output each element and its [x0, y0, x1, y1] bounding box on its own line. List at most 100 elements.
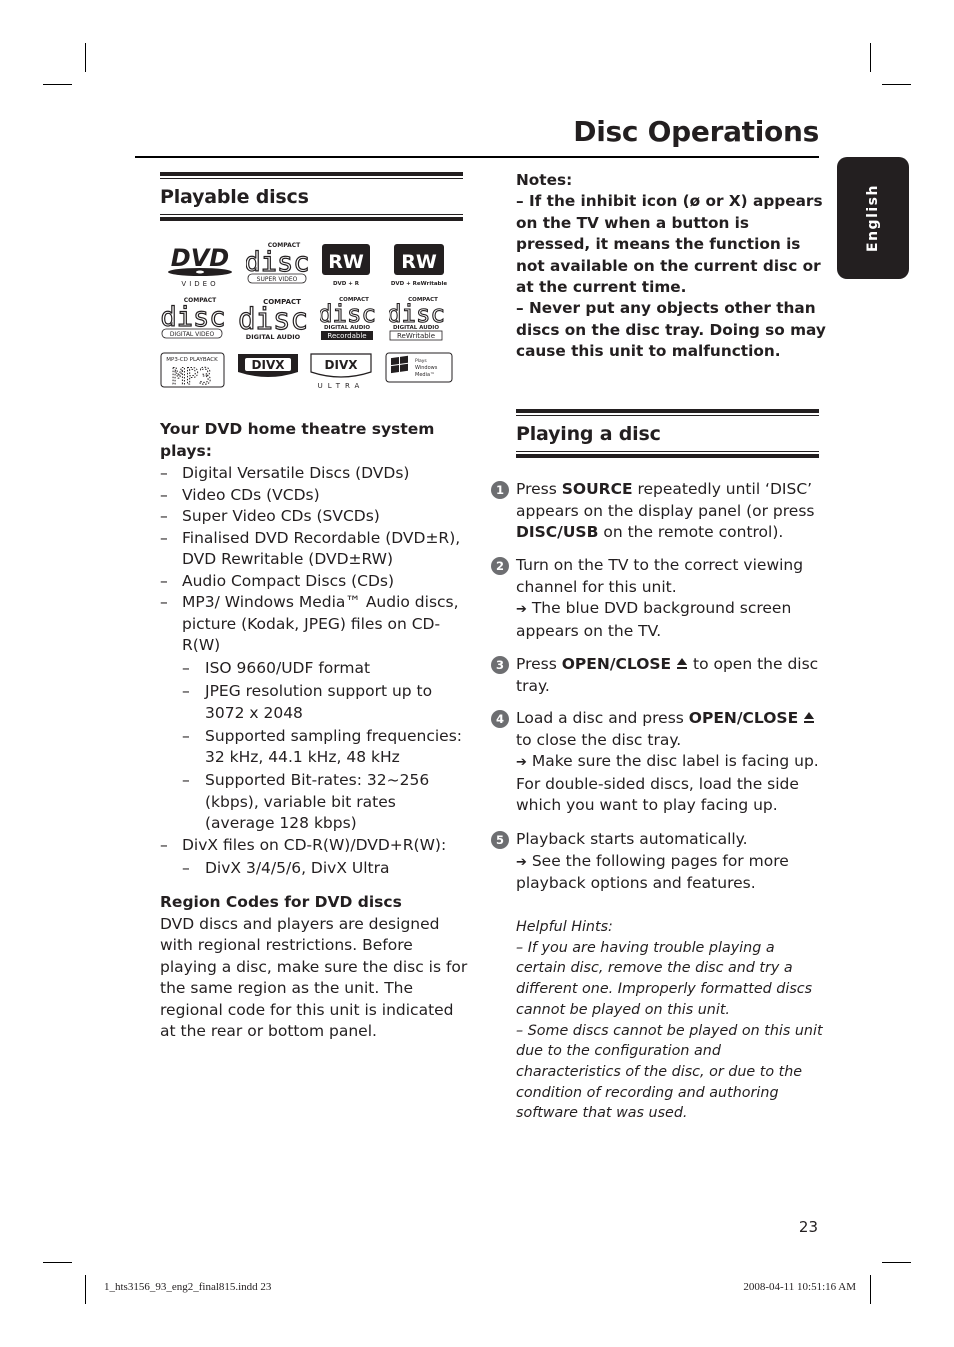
- crop-mark: [870, 1275, 871, 1304]
- svg-text:DIGITAL AUDIO: DIGITAL AUDIO: [246, 333, 301, 341]
- step-5: 5 Playback starts automatically. ➔ See th…: [491, 829, 821, 895]
- crop-mark: [85, 1275, 86, 1304]
- step-number-badge: 2: [491, 557, 509, 575]
- hints-heading: Helpful Hints:: [516, 919, 613, 935]
- dvd-video-logo: DVD VIDEO: [168, 244, 232, 288]
- notes-box: Notes: – If the inhibit icon (ø or X) ap…: [516, 170, 826, 363]
- sub-list-item: – Supported Bit-rates: 32~256 (kbps), var…: [182, 771, 430, 832]
- divx-ultra-logo: DIVX ULTRA: [310, 353, 372, 390]
- dash-bullet: –: [160, 485, 168, 504]
- list-item: – Video CDs (VCDs): [160, 485, 470, 507]
- svg-text:Plays: Plays: [415, 358, 427, 364]
- dash-bullet: –: [160, 528, 168, 547]
- compact-disc-recordable-logo: COMPACT disc DIGITAL AUDIO Recordable: [320, 297, 376, 340]
- svg-text:ULTRA: ULTRA: [318, 382, 365, 390]
- title-rule: [135, 156, 819, 158]
- crop-mark: [85, 43, 86, 72]
- step-3: 3 Press OPEN/CLOSE to open the disc tray…: [491, 654, 821, 697]
- region-heading: Region Codes for DVD discs: [160, 893, 402, 911]
- dash-bullet: –: [182, 659, 190, 677]
- svg-text:RW: RW: [328, 251, 364, 273]
- svg-text:ReWritable: ReWritable: [397, 332, 435, 340]
- plays-windows-media-logo: Plays Windows Media™: [385, 352, 453, 383]
- language-tab-label: English: [865, 184, 881, 252]
- dash-bullet: –: [160, 835, 168, 854]
- divx-logo: DIVX: [238, 354, 298, 377]
- svg-text:DVD + ReWritable: DVD + ReWritable: [391, 281, 448, 287]
- mp3-cd-playback-logo: MP3-CD PLAYBACK MP3: [160, 352, 225, 388]
- arrow-right-icon: ➔: [516, 854, 527, 870]
- svg-text:DIVX: DIVX: [252, 358, 286, 372]
- section-title: Playing a disc: [516, 423, 661, 445]
- dvd-plus-r-logo: RW DVD + R: [322, 244, 370, 287]
- dash-bullet: –: [160, 571, 168, 590]
- list-item: – MP3/ Windows Media™ Audio discs, pictur…: [160, 593, 459, 654]
- svg-text:DIGITAL AUDIO: DIGITAL AUDIO: [393, 325, 439, 331]
- section-heading-playable-discs: Playable discs: [160, 172, 463, 221]
- dash-bullet: –: [182, 726, 190, 745]
- print-slug-timestamp: 2008-04-11 10:51:16 AM: [743, 1281, 856, 1293]
- svg-text:MP3-CD PLAYBACK: MP3-CD PLAYBACK: [166, 357, 218, 363]
- list-item: – Digital Versatile Discs (DVDs): [160, 463, 470, 485]
- svg-text:DIGITAL VIDEO: DIGITAL VIDEO: [170, 331, 215, 338]
- step-number-badge: 5: [491, 831, 509, 849]
- svg-text:DVD: DVD: [171, 244, 229, 272]
- list-item: – DivX files on CD-R(W)/DVD+R(W):: [160, 835, 470, 857]
- hint-line: – If you are having trouble playing a ce…: [516, 939, 813, 1018]
- step-number-badge: 4: [491, 710, 509, 728]
- section-heading-playing-a-disc: Playing a disc: [516, 409, 819, 458]
- section-title: Playable discs: [160, 186, 309, 208]
- sub-list-item: – Supported sampling frequencies: 32 kHz,…: [182, 726, 462, 767]
- playable-disc-list: Your DVD home theatre system plays: – Dig…: [160, 419, 470, 879]
- note-line: – Never put any objects other than discs…: [516, 299, 826, 361]
- crop-mark: [43, 84, 72, 85]
- svg-text:DVD + R: DVD + R: [333, 281, 360, 287]
- dash-bullet: –: [160, 464, 168, 482]
- key-label: OPEN/CLOSE: [688, 709, 799, 727]
- list-item: – Audio Compact Discs (CDs): [160, 571, 470, 593]
- page-title: Disc Operations: [573, 115, 819, 148]
- crop-mark: [43, 1262, 72, 1263]
- svg-text:disc: disc: [246, 247, 308, 278]
- svg-text:disc: disc: [160, 302, 225, 333]
- eject-icon: [676, 655, 688, 669]
- step-number-badge: 1: [491, 481, 509, 499]
- notes-heading: Notes:: [516, 171, 573, 189]
- sub-list-item: – DivX 3/4/5/6, DivX Ultra: [160, 858, 470, 880]
- region-codes-section: Region Codes for DVD discs DVD discs and…: [160, 892, 470, 1043]
- page-number: 23: [798, 1218, 818, 1236]
- svg-text:Media™: Media™: [415, 372, 435, 378]
- hint-line: – Some discs cannot be played on this un…: [516, 1022, 823, 1122]
- list-item: – Super Video CDs (SVCDs): [160, 506, 470, 528]
- compact-disc-digital-video-logo: COMPACT disc DIGITAL VIDEO: [160, 297, 226, 339]
- dash-bullet: –: [160, 507, 168, 525]
- step-1: 1 Press SOURCE repeatedly until ‘DISC’ a…: [491, 479, 821, 544]
- svg-text:MP3: MP3: [172, 365, 212, 388]
- step-number-badge: 3: [491, 656, 509, 674]
- sub-list-item: – ISO 9660/UDF format: [160, 658, 470, 680]
- eject-icon: [803, 709, 815, 723]
- key-label: OPEN/CLOSE: [561, 655, 672, 673]
- language-tab: English: [837, 157, 909, 279]
- dash-bullet: –: [182, 858, 190, 877]
- svg-text:Recordable: Recordable: [327, 332, 366, 340]
- dash-bullet: –: [182, 682, 190, 700]
- note-line: – If the inhibit icon (ø or X) appears o…: [516, 192, 823, 297]
- key-label: SOURCE: [561, 480, 633, 498]
- arrow-right-icon: ➔: [516, 602, 527, 617]
- print-slug-file: 1_hts3156_93_eng2_final815.indd 23: [104, 1281, 272, 1293]
- compact-disc-rewritable-logo: COMPACT disc DIGITAL AUDIO ReWritable: [389, 297, 445, 341]
- svg-text:Windows: Windows: [415, 365, 438, 371]
- key-label: DISC/USB: [516, 523, 599, 541]
- crop-mark: [882, 84, 911, 85]
- step-4: 4 Load a disc and press OPEN/CLOSE to cl…: [491, 708, 821, 817]
- svg-text:SUPER VIDEO: SUPER VIDEO: [257, 276, 298, 283]
- helpful-hints: Helpful Hints: – If you are having troub…: [516, 917, 826, 1124]
- svg-text:DIVX: DIVX: [325, 358, 359, 372]
- crop-mark: [870, 43, 871, 72]
- dash-bullet: –: [160, 593, 168, 611]
- dvd-plus-rewritable-logo: RW DVD + ReWritable: [391, 244, 448, 287]
- svg-text:RW: RW: [401, 251, 437, 273]
- step-2: 2 Turn on the TV to the correct viewing …: [491, 555, 821, 642]
- arrow-right-icon: ➔: [516, 755, 527, 770]
